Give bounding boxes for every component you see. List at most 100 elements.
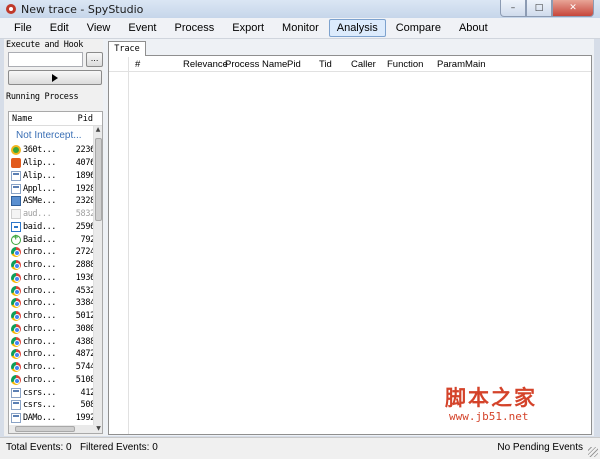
process-pid: 4872 xyxy=(75,349,96,360)
360-icon xyxy=(11,145,21,156)
menu-process[interactable]: Process xyxy=(167,19,223,37)
run-hook-button[interactable] xyxy=(8,70,102,85)
trace-grid[interactable]: # Relevance Process Name Pid Tid Caller Functi… xyxy=(108,55,592,435)
scroll-thumb[interactable] xyxy=(95,138,102,221)
process-list-vscrollbar[interactable]: ▲ ▼ xyxy=(93,126,102,433)
chrome-icon xyxy=(11,336,21,347)
column-header-number[interactable]: # xyxy=(129,57,177,71)
alipay-icon xyxy=(11,158,21,169)
process-name: 360t... xyxy=(23,145,57,156)
process-row[interactable]: chro... 3384 xyxy=(9,297,102,310)
row-gutter xyxy=(109,72,129,434)
menu-export[interactable]: Export xyxy=(224,19,272,37)
minimize-button[interactable]: – xyxy=(500,0,526,17)
process-list-hscrollbar[interactable] xyxy=(9,425,95,433)
process-row[interactable]: Alip... 1896 xyxy=(9,170,102,183)
process-row[interactable]: aud... 5832 xyxy=(9,208,102,221)
column-header-caller[interactable]: Caller xyxy=(345,57,381,71)
process-row[interactable]: baid... 2596 xyxy=(9,221,102,234)
process-row[interactable]: chro... 5108 xyxy=(9,374,102,387)
process-name: chro... xyxy=(23,260,57,271)
process-pid: 2596 xyxy=(75,221,96,232)
menu-event[interactable]: Event xyxy=(120,19,164,37)
process-pid: 5012 xyxy=(75,311,96,322)
left-panel: Execute and Hook ... Running Process Nam… xyxy=(4,39,103,436)
column-header-function[interactable]: Function xyxy=(381,57,431,71)
column-header-process-name[interactable]: Process Name xyxy=(219,57,287,71)
column-header-name[interactable]: Name xyxy=(9,112,67,125)
process-row[interactable]: Appl... 1928 xyxy=(9,182,102,195)
menu-view[interactable]: View xyxy=(79,19,119,37)
process-pid: 792 xyxy=(80,234,96,245)
process-row[interactable]: csrs... 412 xyxy=(9,386,102,399)
hscroll-thumb[interactable] xyxy=(15,426,75,432)
process-row[interactable]: Alip... 4076 xyxy=(9,157,102,170)
process-pid: 1936 xyxy=(75,272,96,283)
process-pid: 412 xyxy=(80,387,96,398)
tab-trace[interactable]: Trace xyxy=(108,41,146,56)
filtered-events: Filtered Events: 0 xyxy=(79,442,158,453)
column-header-pid[interactable]: Pid xyxy=(281,57,313,71)
process-name: chro... xyxy=(23,311,57,322)
menu-compare[interactable]: Compare xyxy=(388,19,449,37)
maximize-button[interactable]: □ xyxy=(526,0,552,17)
trace-grid-header: # Relevance Process Name Pid Tid Caller Functi… xyxy=(109,57,591,72)
menu-edit[interactable]: Edit xyxy=(42,19,77,37)
menu-analysis[interactable]: Analysis xyxy=(328,19,386,37)
resize-grip-icon[interactable] xyxy=(588,447,598,457)
process-name: aud... xyxy=(23,209,52,220)
column-header-relevance[interactable]: Relevance xyxy=(177,57,228,71)
watermark-logo-text: 脚本之家 xyxy=(445,385,537,410)
process-row[interactable]: chro... 2724 xyxy=(9,246,102,259)
scroll-down-icon[interactable]: ▼ xyxy=(94,425,102,433)
process-pid: 5744 xyxy=(75,362,96,373)
process-pid: 1896 xyxy=(75,170,96,181)
process-rows: 360t... 2236 Alip... 4076 Alip... 1896 Appl...… xyxy=(9,144,102,425)
process-row[interactable]: 360t... 2236 xyxy=(9,144,102,157)
executable-path-input[interactable] xyxy=(8,52,84,67)
pending-events: No Pending Events xyxy=(497,442,583,453)
title-bar: New trace - SpyStudio – □ ✕ xyxy=(0,0,600,18)
process-name: Alip... xyxy=(23,170,57,181)
total-events: Total Events: 0 xyxy=(6,442,72,453)
process-name: chro... xyxy=(23,349,57,360)
process-row[interactable]: chro... 1936 xyxy=(9,272,102,285)
status-bar: Total Events: 0 Filtered Events: 0 No Pe… xyxy=(0,437,600,459)
column-header-tid[interactable]: Tid xyxy=(313,57,345,71)
menu-monitor[interactable]: Monitor xyxy=(274,19,327,37)
process-row[interactable]: chro... 4872 xyxy=(9,348,102,361)
process-row[interactable]: Baid... 792 xyxy=(9,233,102,246)
app-icon xyxy=(11,400,21,411)
menu-file[interactable]: File xyxy=(6,19,40,37)
app-icon xyxy=(11,183,21,194)
process-row[interactable]: chro... 5012 xyxy=(9,310,102,323)
process-row[interactable]: chro... 4532 xyxy=(9,284,102,297)
chrome-icon xyxy=(11,285,21,296)
process-list[interactable]: Name Pid Not Intercept... 360t... 2236 Ali… xyxy=(8,111,103,434)
process-pid: 2888 xyxy=(75,260,96,271)
app-icon xyxy=(11,387,21,398)
process-row[interactable]: ASMe... 2328 xyxy=(9,195,102,208)
execute-row: ... xyxy=(4,52,103,67)
process-row[interactable]: chro... 5744 xyxy=(9,361,102,374)
baidu-pinyin-icon xyxy=(11,221,21,232)
close-button[interactable]: ✕ xyxy=(552,0,594,17)
process-row[interactable]: chro... 3080 xyxy=(9,323,102,336)
process-name: chro... xyxy=(23,247,57,258)
process-row[interactable]: DAMo... 1992 xyxy=(9,412,102,425)
browse-button[interactable]: ... xyxy=(86,52,103,67)
process-name: chro... xyxy=(23,298,57,309)
menu-about[interactable]: About xyxy=(451,19,496,37)
play-icon xyxy=(52,73,58,82)
scroll-up-icon[interactable]: ▲ xyxy=(94,126,102,134)
process-row[interactable]: chro... 4388 xyxy=(9,335,102,348)
column-header-parammain[interactable]: ParamMain xyxy=(431,57,491,71)
not-intercepted-group[interactable]: Not Intercept... xyxy=(9,128,102,144)
process-row[interactable]: csrs... 508 xyxy=(9,399,102,412)
baidu-guard-icon xyxy=(11,233,21,245)
chrome-icon xyxy=(11,362,21,373)
process-row[interactable]: chro... 2888 xyxy=(9,259,102,272)
watermark: 脚本之家 www.jb51.net xyxy=(445,382,595,423)
chrome-icon xyxy=(11,349,21,360)
column-header-pid[interactable]: Pid xyxy=(67,112,93,125)
